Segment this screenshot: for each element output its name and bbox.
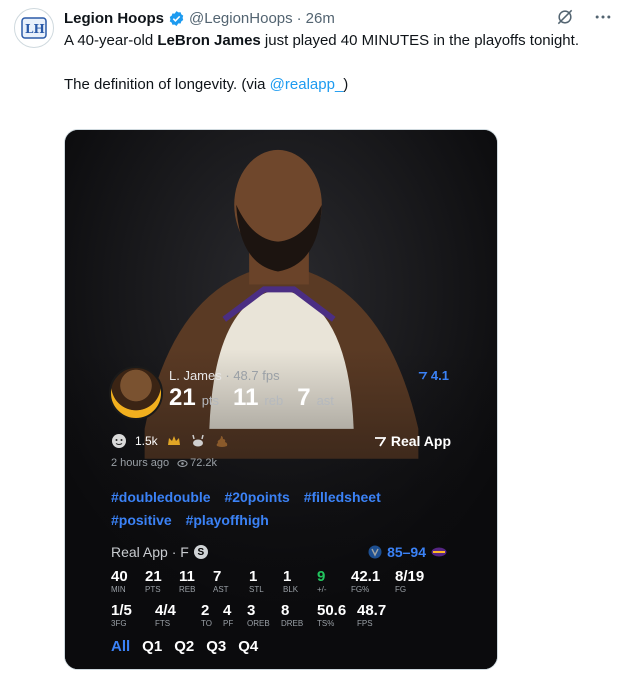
- box-score-header: Real App · F S: [111, 544, 208, 560]
- stat-to: 2 TO: [201, 602, 212, 628]
- player-name[interactable]: L. James: [169, 368, 222, 383]
- stat-card: L. James · 48.7 fps 4.1 21 pts 11 reb 7 ast…: [65, 130, 497, 669]
- timestamp[interactable]: 26m: [306, 10, 335, 27]
- stat-stl: 1 STL: [249, 568, 264, 594]
- reb-unit: reb: [264, 393, 284, 408]
- stat-plus-minus: 9 +/-: [317, 568, 327, 594]
- ast-unit: ast: [316, 393, 334, 408]
- eye-icon: [177, 459, 188, 467]
- tweet-header: Legion Hoops @LegionHoops · 26m: [64, 8, 335, 28]
- player-name-bold: LeBron James: [157, 32, 261, 49]
- reb-value: 11: [233, 384, 259, 411]
- wolves-logo-icon: [368, 545, 382, 559]
- player-fps: · 48.7 fps: [225, 368, 280, 383]
- score-value: 85–94: [387, 544, 426, 560]
- stat-oreb: 3 OREB: [247, 602, 270, 628]
- separator: ·: [296, 9, 302, 27]
- player-rating: 4.1: [417, 368, 449, 383]
- hashtag[interactable]: #positive: [111, 512, 172, 528]
- hashtags: #doubledouble #20points #filledsheet #po…: [111, 486, 451, 532]
- tab-q3[interactable]: Q3: [206, 638, 226, 655]
- handle[interactable]: @LegionHoops: [189, 10, 293, 27]
- pts-value: 21: [169, 384, 196, 411]
- statline: 21 pts 11 reb 7 ast: [169, 384, 342, 412]
- stat-pts: 21 PTS: [145, 568, 162, 594]
- tab-all[interactable]: All: [111, 638, 130, 655]
- stat-ast: 7 AST: [213, 568, 229, 594]
- posted-time: 2 hours ago: [111, 457, 170, 469]
- hashtag[interactable]: #filledsheet: [304, 489, 381, 505]
- box-title: Real App · F: [111, 544, 189, 560]
- rating-arrow-icon: [418, 372, 428, 380]
- pts-unit: pts: [201, 393, 220, 408]
- mention-link[interactable]: @realapp_: [270, 76, 344, 93]
- goat-icon[interactable]: [190, 433, 206, 449]
- real-app-logo-icon: [374, 437, 386, 447]
- media-card[interactable]: L. James · 48.7 fps 4.1 21 pts 11 reb 7 ast…: [64, 129, 498, 670]
- player-avatar[interactable]: [109, 366, 163, 420]
- rating-value: 4.1: [430, 368, 449, 383]
- display-name[interactable]: Legion Hoops: [64, 10, 164, 27]
- ast-value: 7: [297, 384, 311, 411]
- profile-avatar[interactable]: LH: [14, 8, 54, 48]
- svg-text:LH: LH: [25, 22, 45, 36]
- verified-badge-icon: [168, 10, 185, 27]
- stat-dreb: 8 DREB: [281, 602, 304, 628]
- hashtag[interactable]: #doubledouble: [111, 489, 211, 505]
- stat-reb: 11 REB: [179, 568, 196, 594]
- stat-min: 40 MIN: [111, 568, 128, 594]
- quarter-tabs: All Q1 Q2 Q3 Q4: [111, 638, 258, 655]
- more-icon[interactable]: [592, 6, 614, 28]
- post-meta: 2 hours ago 72.2k: [111, 457, 217, 469]
- stat-fps: 48.7 FPS: [357, 602, 387, 628]
- tweet-text-line2: The definition of longevity. (via @reala…: [64, 76, 349, 93]
- stat-pf: 4 PF: [223, 602, 234, 628]
- tab-q2[interactable]: Q2: [174, 638, 194, 655]
- legion-hoops-logo-icon: LH: [21, 17, 47, 39]
- real-app-link[interactable]: Real App: [374, 433, 451, 449]
- stat-fg: 8/19 FG: [395, 568, 425, 594]
- crown-icon[interactable]: [166, 433, 182, 449]
- player-name-line: L. James · 48.7 fps: [169, 368, 280, 383]
- tweet-text-line1: A 40-year-old LeBron James just played 4…: [64, 32, 579, 49]
- lakers-logo-icon: [431, 547, 447, 557]
- reactions-row: 1.5k: [111, 433, 230, 449]
- poop-icon[interactable]: [214, 433, 230, 449]
- stat-3fg: 1/5 3FG: [111, 602, 132, 628]
- stat-ts-pct: 50.6 TS%: [317, 602, 347, 628]
- views-count: 72.2k: [190, 457, 218, 469]
- tab-q1[interactable]: Q1: [142, 638, 162, 655]
- tweet-actions-top: [554, 6, 614, 28]
- tweet-text: A 40-year-old LeBron James just played 4…: [64, 30, 604, 96]
- status-badge: S: [193, 545, 208, 559]
- hashtag[interactable]: #20points: [224, 489, 289, 505]
- hashtag[interactable]: #playoffhigh: [186, 512, 269, 528]
- game-score[interactable]: 85–94: [368, 544, 447, 560]
- tab-q4[interactable]: Q4: [238, 638, 258, 655]
- grok-icon[interactable]: [554, 6, 576, 28]
- real-app-label: Real App: [390, 433, 451, 449]
- stat-fts: 4/4 FTS: [155, 602, 176, 628]
- thumbs-icon[interactable]: [111, 433, 127, 449]
- stat-fg-pct: 42.1 FG%: [351, 568, 381, 594]
- stat-blk: 1 BLK: [283, 568, 299, 594]
- reaction-count: 1.5k: [135, 434, 158, 448]
